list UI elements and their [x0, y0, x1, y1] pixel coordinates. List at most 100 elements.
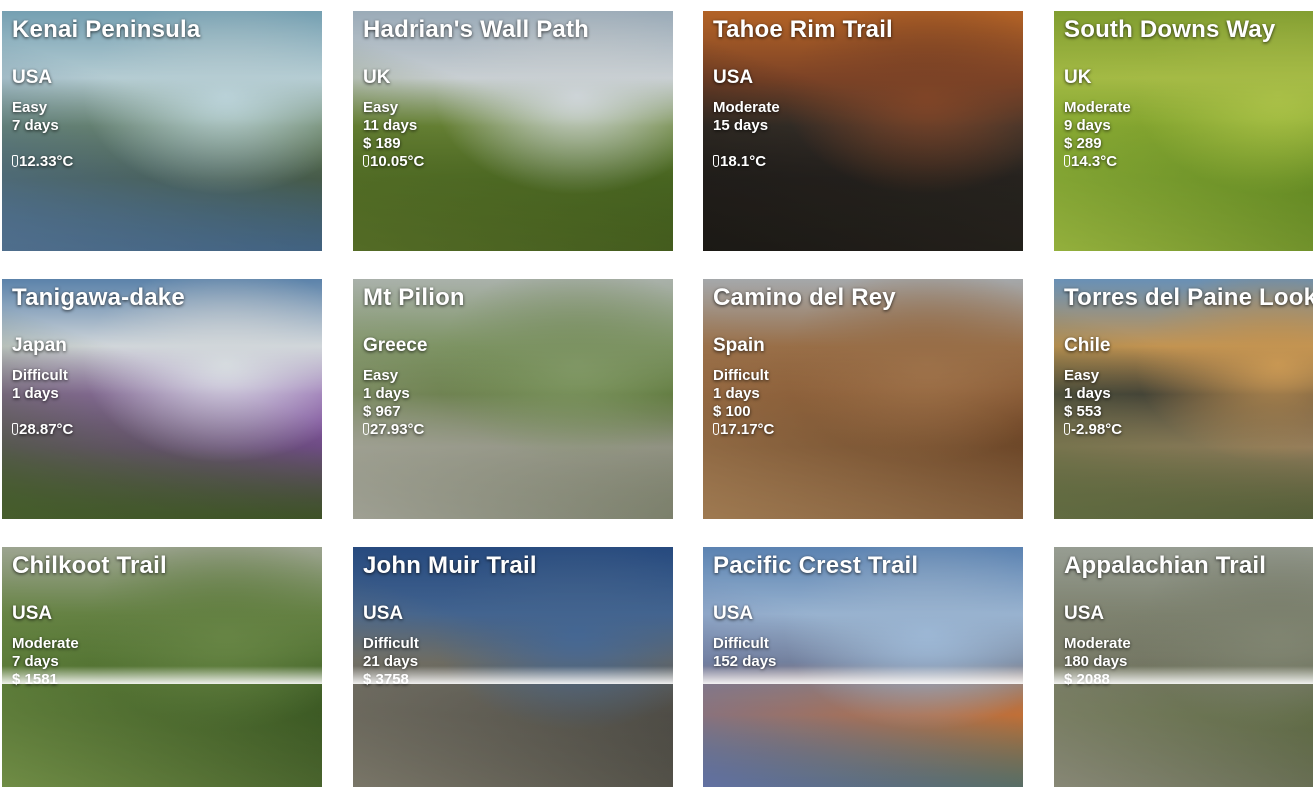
trail-name: South Downs Way	[1064, 16, 1275, 44]
thermometer-icon	[363, 155, 369, 167]
temperature-value: 27.93°C	[370, 421, 424, 438]
trail-difficulty: Difficult	[713, 635, 776, 653]
temperature-value: 18.1°C	[720, 153, 766, 170]
trail-card[interactable]: Pacific Crest Trail USA Difficult152 days	[703, 547, 1023, 787]
trail-name: John Muir Trail	[363, 552, 537, 580]
trail-temperature: -2.98°C	[1064, 421, 1122, 439]
trail-card[interactable]: Tahoe Rim Trail USA Moderate15 days 18.1°C	[703, 11, 1023, 251]
thermometer-icon	[12, 423, 18, 435]
trail-difficulty: Difficult	[363, 635, 419, 653]
trail-info: Moderate7 days$ 1581	[12, 635, 79, 707]
trail-name: Tanigawa-dake	[12, 284, 185, 312]
trail-price: $ 2088	[1064, 671, 1131, 689]
trail-difficulty: Moderate	[12, 635, 79, 653]
trail-duration: 1 days	[713, 385, 774, 403]
trail-duration: 1 days	[12, 385, 73, 403]
thermometer-icon	[12, 155, 18, 167]
trail-card[interactable]: Camino del ReySpainDifficult1 days$ 1001…	[703, 279, 1023, 519]
trail-info: Easy1 days$ 553-2.98°C	[1064, 367, 1122, 439]
trail-difficulty: Moderate	[713, 99, 780, 117]
trail-difficulty: Easy	[363, 99, 424, 117]
trail-temperature: 27.93°C	[363, 421, 424, 439]
trail-difficulty: Easy	[363, 367, 424, 385]
temperature-value: 17.17°C	[720, 421, 774, 438]
trail-temperature	[12, 689, 79, 707]
trail-name: Chilkoot Trail	[12, 552, 167, 580]
trail-temperature	[363, 689, 419, 707]
trail-card[interactable]: Hadrian's Wall Path UK Easy11 days$ 18910.…	[353, 11, 673, 251]
temperature-value: 10.05°C	[370, 153, 424, 170]
trail-difficulty: Moderate	[1064, 635, 1131, 653]
trail-card[interactable]: John Muir TrailUSADifficult21 days$ 3758	[353, 547, 673, 787]
thermometer-icon	[1064, 423, 1070, 435]
trail-info: Difficult1 days28.87°C	[12, 367, 73, 439]
trail-price: $ 967	[363, 403, 424, 421]
trail-price: $ 189	[363, 135, 424, 153]
trail-card[interactable]: Chilkoot Trail USA Moderate7 days$ 1581	[2, 547, 322, 787]
trail-price: $ 3758	[363, 671, 419, 689]
trail-name: Kenai Peninsula	[12, 16, 200, 44]
trail-country: Spain	[713, 335, 765, 357]
temperature-value: 28.87°C	[19, 421, 73, 438]
trail-country: UK	[363, 67, 390, 89]
trail-country: USA	[1064, 603, 1104, 625]
trail-duration: 21 days	[363, 653, 419, 671]
trail-country: USA	[713, 603, 753, 625]
trail-info: Difficult152 days	[713, 635, 776, 707]
trail-price: $ 1581	[12, 671, 79, 689]
trail-info: Moderate15 days 18.1°C	[713, 99, 780, 171]
trail-temperature: 28.87°C	[12, 421, 73, 439]
trail-card[interactable]: South Downs Way UK Moderate9 days$ 28914.3…	[1054, 11, 1313, 251]
trail-country: Chile	[1064, 335, 1110, 357]
trail-difficulty: Moderate	[1064, 99, 1131, 117]
trail-price: $ 289	[1064, 135, 1131, 153]
trail-duration: 15 days	[713, 117, 780, 135]
trail-duration: 180 days	[1064, 653, 1131, 671]
trail-name: Appalachian Trail	[1064, 552, 1266, 580]
trail-card[interactable]: Appalachian Trail USA Moderate180 days$ 20…	[1054, 547, 1313, 787]
trail-name: Hadrian's Wall Path	[363, 16, 589, 44]
trail-card[interactable]: Torres del Paine Lookout Chile Easy1 days$…	[1054, 279, 1313, 519]
trail-info: Easy11 days$ 18910.05°C	[363, 99, 424, 171]
trail-card[interactable]: Tanigawa-dakeJapanDifficult1 days28.87°C	[2, 279, 322, 519]
trail-price	[12, 403, 73, 421]
trail-country: USA	[12, 67, 52, 89]
trail-price	[713, 671, 776, 689]
trail-info: Easy1 days$ 96727.93°C	[363, 367, 424, 439]
thermometer-icon	[1064, 155, 1070, 167]
trail-price	[12, 135, 73, 153]
trail-name: Tahoe Rim Trail	[713, 16, 893, 44]
trail-temperature: 12.33°C	[12, 153, 73, 171]
trail-duration: 152 days	[713, 653, 776, 671]
trail-info: Easy7 days12.33°C	[12, 99, 73, 171]
thermometer-icon	[713, 155, 719, 167]
trail-country: UK	[1064, 67, 1091, 89]
trail-country: USA	[713, 67, 753, 89]
trail-duration: 1 days	[363, 385, 424, 403]
trail-temperature	[1064, 689, 1131, 707]
thermometer-icon	[713, 423, 719, 435]
trail-grid: Kenai PeninsulaUSAEasy7 days12.33°CHadri…	[0, 0, 1313, 684]
trail-card[interactable]: Mt Pilion Greece Easy1 days$ 96727.93°C	[353, 279, 673, 519]
trail-name: Pacific Crest Trail	[713, 552, 918, 580]
temperature-value: -2.98°C	[1071, 421, 1122, 438]
trail-duration: 1 days	[1064, 385, 1122, 403]
trail-country: Greece	[363, 335, 427, 357]
temperature-value: 14.3°C	[1071, 153, 1117, 170]
trail-country: USA	[12, 603, 52, 625]
trail-duration: 9 days	[1064, 117, 1131, 135]
trail-name: Torres del Paine Lookout	[1064, 284, 1313, 312]
trail-info: Difficult21 days$ 3758	[363, 635, 419, 707]
temperature-value: 12.33°C	[19, 153, 73, 170]
trail-name: Mt Pilion	[363, 284, 465, 312]
trail-card[interactable]: Kenai Peninsula USA Easy7 days12.33°C	[2, 11, 322, 251]
trail-temperature: 18.1°C	[713, 153, 780, 171]
trail-difficulty: Easy	[12, 99, 73, 117]
trail-duration: 7 days	[12, 653, 79, 671]
trail-price: $ 553	[1064, 403, 1122, 421]
trail-info: Difficult1 days$ 10017.17°C	[713, 367, 774, 439]
thermometer-icon	[363, 423, 369, 435]
trail-info: Moderate9 days$ 28914.3°C	[1064, 99, 1131, 171]
trail-price	[713, 135, 780, 153]
trail-temperature	[713, 689, 776, 707]
